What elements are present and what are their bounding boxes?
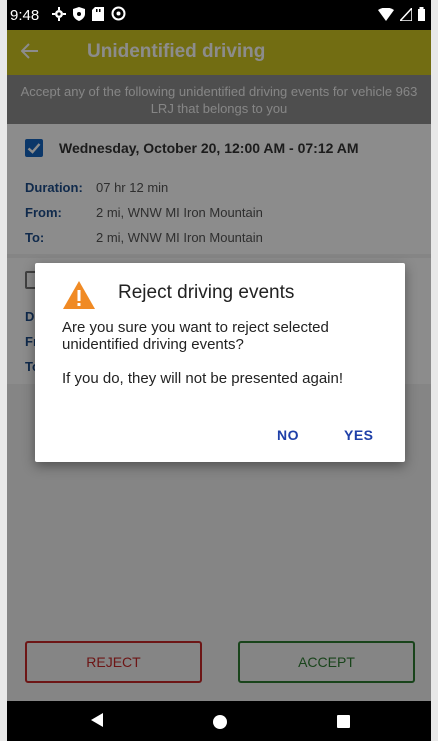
signal-icon — [398, 5, 413, 26]
nav-home-icon[interactable] — [213, 715, 227, 729]
no-button[interactable]: NO — [277, 427, 299, 443]
sync-notification-icon — [111, 6, 126, 26]
reject-confirmation-dialog: Reject driving events Are you sure you w… — [35, 263, 405, 462]
yes-button[interactable]: YES — [344, 427, 374, 443]
warning-icon — [62, 280, 96, 315]
dialog-title: Reject driving events — [118, 282, 295, 303]
status-system-icons — [378, 5, 425, 26]
app-screen: 9:48 Unidentified driving Accept any of … — [7, 0, 431, 741]
sd-card-notification-icon — [92, 6, 104, 26]
dialog-message: Are you sure you want to reject selected… — [62, 319, 329, 353]
status-time: 9:48 — [10, 7, 40, 24]
battery-icon — [418, 7, 425, 26]
settings-notification-icon — [52, 6, 66, 26]
dialog-warning-message: If you do, they will not be presented ag… — [62, 370, 344, 387]
status-bar: 9:48 — [7, 0, 431, 30]
navigation-bar — [7, 701, 431, 741]
status-notification-icons — [52, 6, 126, 26]
nav-back-icon[interactable] — [91, 713, 103, 727]
wifi-icon — [378, 7, 394, 26]
nav-recents-icon[interactable] — [337, 715, 350, 728]
shield-notification-icon — [73, 6, 85, 26]
